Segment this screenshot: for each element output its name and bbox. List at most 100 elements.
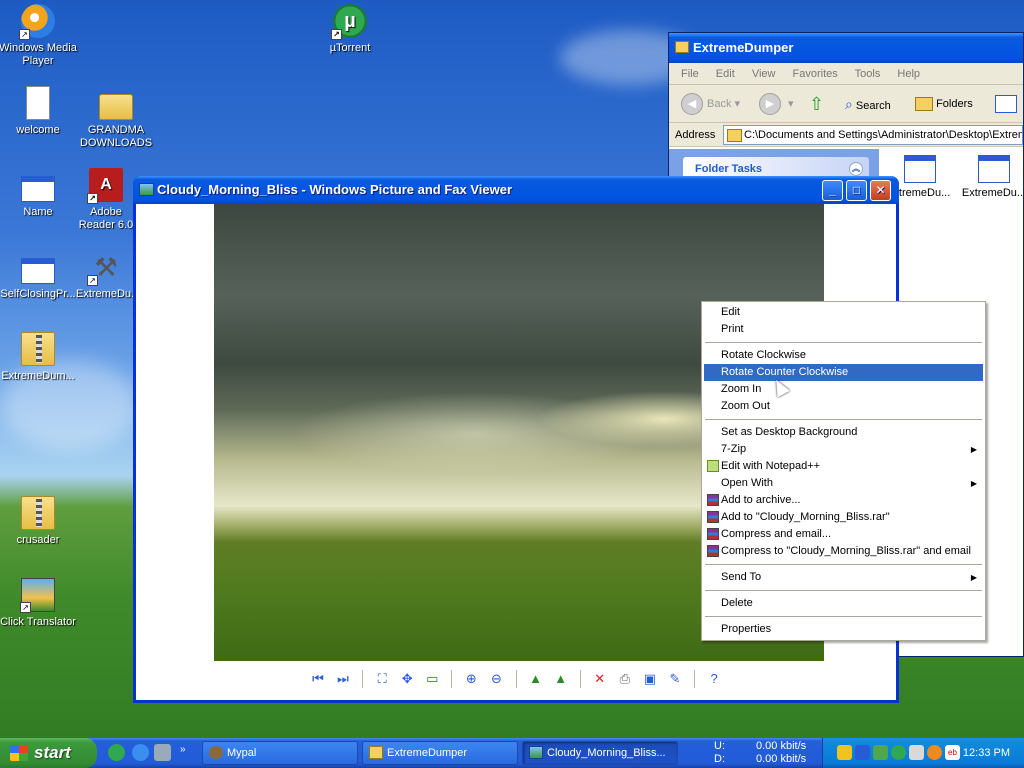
security-shield-icon[interactable] — [837, 745, 852, 760]
zip-folder-icon — [21, 496, 55, 530]
menu-item-7zip[interactable]: 7-Zip ▶ — [704, 441, 983, 458]
actual-size-icon[interactable]: ✥ — [398, 670, 416, 688]
menu-help[interactable]: Help — [897, 68, 920, 80]
back-arrow-icon: ◀ — [681, 93, 703, 116]
forward-button[interactable]: ▶ ▾ — [759, 93, 794, 116]
delete-icon[interactable]: ✕ — [591, 670, 609, 688]
slideshow-icon[interactable]: ▭ — [423, 670, 441, 688]
tray-app-icon[interactable] — [909, 745, 924, 760]
help-icon[interactable]: ? — [705, 670, 723, 688]
desktop-icon-adobe-reader[interactable]: A ↗ Adobe Reader 6.0 — [76, 168, 136, 232]
collapse-chevron-icon[interactable]: ︽ — [849, 162, 863, 176]
desktop-icon-utorrent[interactable]: µ ↗ µTorrent — [310, 4, 390, 55]
zoom-out-icon[interactable]: ⊖ — [487, 670, 505, 688]
back-button[interactable]: ◀ Back ▾ — [681, 93, 740, 116]
close-button[interactable]: ✕ — [870, 180, 891, 201]
best-fit-icon[interactable]: ⛶ — [373, 670, 391, 688]
net-down-label: D: — [714, 753, 725, 765]
desktop-icon-label: Name — [23, 206, 53, 218]
tray-app-icon[interactable] — [855, 745, 870, 760]
menu-item-open-with[interactable]: Open With ▶ — [704, 475, 983, 492]
up-folder-icon[interactable]: ⇧ — [809, 93, 824, 115]
start-button[interactable]: start — [0, 738, 97, 768]
submenu-arrow-icon: ▶ — [970, 573, 977, 582]
search-button[interactable]: ⌕ Search — [845, 93, 891, 115]
rotate-clockwise-icon[interactable]: ▲ — [527, 670, 545, 688]
viewer-title-bar[interactable]: Cloudy_Morning_Bliss - Windows Picture a… — [133, 176, 899, 204]
views-icon[interactable] — [995, 93, 1017, 115]
desktop-icon-label: µTorrent — [329, 42, 371, 54]
network-icon[interactable] — [873, 745, 888, 760]
desktop-icon-grandma-downloads[interactable]: GRANDMA DOWNLOADS — [76, 86, 156, 150]
menu-item-delete[interactable]: Delete — [704, 595, 983, 612]
menu-item-compress-to-rar-email[interactable]: Compress to "Cloudy_Morning_Bliss.rar" a… — [704, 543, 983, 560]
quicklaunch-icon[interactable] — [154, 744, 171, 761]
internet-explorer-icon[interactable] — [132, 744, 149, 761]
explorer-file-item[interactable]: ExtremeDu... — [959, 155, 1024, 199]
application-window-icon — [904, 155, 936, 183]
menu-item-edit[interactable]: Edit — [704, 304, 983, 321]
menu-item-set-desktop-background[interactable]: Set as Desktop Background — [704, 424, 983, 441]
utorrent-quicklaunch-icon[interactable] — [108, 744, 125, 761]
save-icon[interactable]: ▣ — [641, 670, 659, 688]
minimize-button[interactable]: _ — [822, 180, 843, 201]
task-extremedumper[interactable]: ExtremeDumper — [362, 741, 518, 765]
task-picture-viewer[interactable]: Cloudy_Morning_Bliss... — [522, 741, 678, 765]
desktop-icon-extremedumper-zip[interactable]: ExtremeDum... — [0, 332, 78, 383]
menu-item-properties[interactable]: Properties — [704, 621, 983, 638]
desktop-icon-selfclosing[interactable]: SelfClosingPr... — [0, 250, 78, 301]
desktop-icon-welcome[interactable]: welcome — [0, 86, 78, 137]
menu-item-add-to-archive[interactable]: Add to archive... — [704, 492, 983, 509]
menu-item-add-to-rar[interactable]: Add to "Cloudy_Morning_Bliss.rar" — [704, 509, 983, 526]
winrar-icon — [707, 494, 719, 506]
windows-media-player-icon: ↗ — [19, 4, 55, 40]
folder-tasks-label: Folder Tasks — [695, 163, 763, 175]
explorer-title-bar[interactable]: ExtremeDumper — [669, 33, 1023, 63]
menu-item-rotate-counter-clockwise[interactable]: Rotate Counter Clockwise — [704, 364, 983, 381]
net-down-value: 0.00 kbit/s — [756, 753, 807, 765]
folders-button[interactable]: Folders — [915, 93, 973, 115]
clock[interactable]: 12:33 PM — [963, 738, 1010, 768]
menu-item-print[interactable]: Print — [704, 321, 983, 338]
utorrent-tray-icon[interactable] — [891, 745, 906, 760]
menu-edit[interactable]: Edit — [716, 68, 735, 80]
menu-item-zoom-in[interactable]: Zoom In — [704, 381, 983, 398]
zoom-in-icon[interactable]: ⊕ — [462, 670, 480, 688]
picture-viewer-icon — [529, 746, 543, 759]
desktop-icon-name[interactable]: Name — [0, 168, 78, 219]
quicklaunch-overflow-icon[interactable]: » — [180, 744, 186, 755]
menu-item-zoom-out[interactable]: Zoom Out — [704, 398, 983, 415]
menu-item-rotate-clockwise[interactable]: Rotate Clockwise — [704, 347, 983, 364]
net-up-value: 0.00 kbit/s — [756, 740, 807, 752]
search-tray-icon[interactable] — [927, 745, 942, 760]
menu-favorites[interactable]: Favorites — [793, 68, 838, 80]
desktop-icon-windows-media-player[interactable]: ↗ Windows Media Player — [0, 4, 78, 68]
windows-logo-icon — [10, 745, 28, 761]
next-icon[interactable]: ⏭ — [334, 670, 352, 688]
desktop-icon-extremedumper-tool[interactable]: ⚒ ↗ ExtremeDu... — [76, 250, 140, 301]
menu-separator — [705, 419, 982, 420]
print-icon[interactable]: ⎙ — [616, 670, 634, 688]
menu-view[interactable]: View — [752, 68, 776, 80]
maximize-button[interactable]: □ — [846, 180, 867, 201]
folders-label: Folders — [936, 98, 973, 110]
task-mypal[interactable]: Mypal — [202, 741, 358, 765]
menu-tools[interactable]: Tools — [855, 68, 881, 80]
click-translator-icon: ↗ — [20, 578, 55, 613]
menu-item-edit-notepadpp[interactable]: Edit with Notepad++ — [704, 458, 983, 475]
previous-icon[interactable]: ⏮ — [309, 670, 327, 688]
menu-file[interactable]: File — [681, 68, 699, 80]
edit-icon[interactable]: ✎ — [666, 670, 684, 688]
folder-icon — [675, 41, 689, 53]
file-label: ExtremeDu... — [961, 187, 1024, 199]
desktop-icon-crusader[interactable]: crusader — [0, 496, 78, 547]
ebay-icon[interactable]: eb — [945, 745, 960, 760]
desktop-icon-click-translator[interactable]: ↗ Click Translator — [0, 578, 78, 629]
menu-item-send-to[interactable]: Send To ▶ — [704, 569, 983, 586]
address-input[interactable]: C:\Documents and Settings\Administrator\… — [723, 125, 1023, 145]
menu-item-compress-and-email[interactable]: Compress and email... — [704, 526, 983, 543]
application-window-icon — [21, 258, 55, 284]
start-label: start — [34, 743, 71, 762]
rotate-counterclockwise-icon[interactable]: ▲ — [552, 670, 570, 688]
utorrent-icon: µ ↗ — [331, 4, 367, 40]
